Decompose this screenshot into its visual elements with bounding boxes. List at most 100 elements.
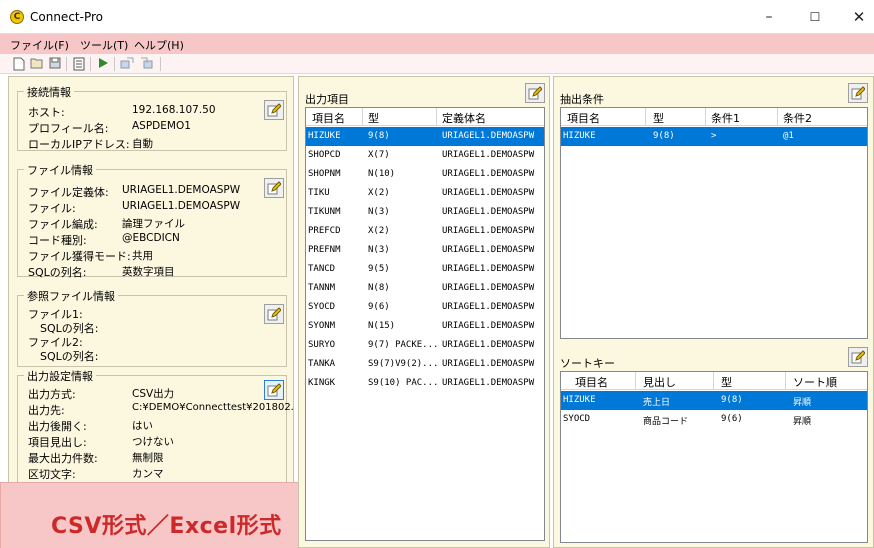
table-row[interactable]: TANKA S9(7)V9(2)... URIAGEL1.DEMOASPW	[306, 355, 544, 374]
file-organization-value: 論理ファイル	[122, 218, 185, 230]
column-header[interactable]: 型	[368, 110, 379, 126]
edit-output-settings-button[interactable]	[264, 380, 284, 400]
reference-file-group: 参照ファイル情報 ファイル1: SQLの列名: ファイル2: SQLの列名:	[17, 288, 287, 367]
delimiter-label: 区切文字:	[28, 468, 76, 481]
menu-tools[interactable]: ツール(T)	[80, 37, 128, 53]
close-button[interactable]: ✕	[842, 6, 874, 28]
table-row[interactable]: PREFNM N(3) URIAGEL1.DEMOASPW	[306, 241, 544, 260]
table-cell: >	[711, 131, 717, 141]
profile-value: ASPDEMO1	[132, 120, 191, 132]
max-output-value: 無制限	[132, 452, 164, 464]
sql-column-label: SQLの列名:	[28, 266, 87, 279]
table-cell: X(2)	[368, 188, 390, 198]
table-cell: URIAGEL1.DEMOASPW	[442, 321, 535, 331]
column-header[interactable]: 型	[721, 374, 732, 390]
table-row[interactable]: TIKUNM N(3) URIAGEL1.DEMOASPW	[306, 203, 544, 222]
properties-icon[interactable]	[72, 57, 86, 71]
run-icon[interactable]	[96, 57, 110, 71]
table-cell: URIAGEL1.DEMOASPW	[442, 245, 535, 255]
table-cell: URIAGEL1.DEMOASPW	[442, 226, 535, 236]
table-cell: URIAGEL1.DEMOASPW	[442, 340, 535, 350]
sort-keys-grid[interactable]: 項目名 見出し 型 ソート順 HIZUKE 売上日 9(8) 昇順 SYOCD 商品コード…	[560, 371, 868, 543]
table-row[interactable]: HIZUKE 9(8) URIAGEL1.DEMOASPW	[306, 127, 544, 146]
table-cell: N(3)	[368, 207, 390, 217]
title-bar: C Connect-Pro – ☐ ✕	[0, 0, 874, 34]
table-cell: 9(7) PACKE...	[368, 340, 439, 350]
max-output-label: 最大出力件数:	[28, 452, 98, 465]
local-ip-label: ローカルIPアドレス:	[28, 138, 130, 151]
edit-extract-conditions-button[interactable]	[848, 83, 868, 103]
edit-file-info-button[interactable]	[264, 178, 284, 198]
edit-reference-file-button[interactable]	[264, 304, 284, 324]
column-header[interactable]: 条件2	[783, 110, 812, 126]
output-items-grid[interactable]: 項目名 型 定義体名 HIZUKE 9(8) URIAGEL1.DEMOASPW SH…	[305, 107, 545, 541]
sort-keys-header: 項目名 見出し 型 ソート順	[561, 372, 867, 390]
connection-info-group: 接続情報 ホスト: 192.168.107.50 プロフィール名: ASPDEM…	[17, 84, 287, 151]
import-icon[interactable]	[140, 57, 154, 71]
menu-file[interactable]: ファイル(F)	[10, 37, 69, 53]
export-icon[interactable]	[120, 57, 134, 71]
table-cell: 商品コード	[643, 417, 689, 427]
toolbar	[0, 54, 874, 74]
column-header[interactable]: 項目名	[575, 374, 608, 390]
host-label: ホスト:	[28, 106, 65, 119]
table-cell: TIKU	[308, 188, 330, 198]
edit-sort-keys-button[interactable]	[848, 347, 868, 367]
table-row[interactable]: SHOPCD X(7) URIAGEL1.DEMOASPW	[306, 146, 544, 165]
table-cell: SHOPCD	[308, 150, 341, 160]
output-settings-legend: 出力設定情報	[24, 368, 96, 384]
table-cell: 9(6)	[721, 414, 743, 424]
table-row[interactable]: SYOCD 9(6) URIAGEL1.DEMOASPW	[306, 298, 544, 317]
open-folder-icon[interactable]	[30, 57, 44, 71]
column-header[interactable]: ソート順	[793, 374, 837, 390]
table-cell: URIAGEL1.DEMOASPW	[442, 359, 535, 369]
item-heading-label: 項目見出し:	[28, 436, 87, 449]
table-row[interactable]: TIKU X(2) URIAGEL1.DEMOASPW	[306, 184, 544, 203]
file-info-legend: ファイル情報	[24, 162, 96, 178]
table-row[interactable]: SYOCD 商品コード 9(6) 昇順	[561, 410, 867, 429]
column-header[interactable]: 型	[653, 110, 664, 126]
table-cell: SYOCD	[308, 302, 336, 312]
column-header[interactable]: 条件1	[711, 110, 740, 126]
extract-conditions-title: 抽出条件	[560, 93, 604, 106]
sql-column-value: 英数字項目	[122, 266, 175, 278]
settings-panel: 接続情報 ホスト: 192.168.107.50 プロフィール名: ASPDEM…	[8, 76, 294, 548]
table-row[interactable]: SURYO 9(7) PACKE... URIAGEL1.DEMOASPW	[306, 336, 544, 355]
table-cell: HIZUKE	[563, 395, 596, 405]
table-cell: S9(10) PAC...	[368, 378, 439, 388]
extract-conditions-grid[interactable]: 項目名 型 条件1 条件2 HIZUKE 9(8) > @1	[560, 107, 868, 339]
column-header[interactable]: 定義体名	[442, 110, 486, 126]
menu-help[interactable]: ヘルプ(H)	[134, 37, 184, 53]
item-heading-value: つけない	[132, 436, 174, 448]
table-row[interactable]: HIZUKE 売上日 9(8) 昇順	[561, 391, 867, 410]
window-title: Connect-Pro	[30, 10, 103, 24]
table-row[interactable]: TANCD 9(5) URIAGEL1.DEMOASPW	[306, 260, 544, 279]
column-header[interactable]: 見出し	[643, 374, 676, 390]
table-row[interactable]: HIZUKE 9(8) > @1	[561, 127, 867, 146]
table-row[interactable]: KINGK S9(10) PAC... URIAGEL1.DEMOASPW	[306, 374, 544, 393]
table-row[interactable]: TANNM N(8) URIAGEL1.DEMOASPW	[306, 279, 544, 298]
table-cell: URIAGEL1.DEMOASPW	[442, 283, 535, 293]
extract-conditions-header: 項目名 型 条件1 条件2	[561, 108, 867, 126]
column-header[interactable]: 項目名	[567, 110, 600, 126]
minimize-button[interactable]: –	[752, 6, 786, 28]
edit-connection-button[interactable]	[264, 100, 284, 120]
file-definition-label: ファイル定義体:	[28, 186, 109, 199]
output-items-panel: 出力項目 項目名 型 定義体名 HIZUKE 9(8) URIAGEL1.DEMOA…	[298, 76, 550, 548]
table-cell: N(3)	[368, 245, 390, 255]
column-header[interactable]: 項目名	[312, 110, 345, 126]
save-icon[interactable]	[48, 57, 62, 71]
table-row[interactable]: SYONM N(15) URIAGEL1.DEMOASPW	[306, 317, 544, 336]
table-row[interactable]: SHOPNM N(10) URIAGEL1.DEMOASPW	[306, 165, 544, 184]
new-document-icon[interactable]	[12, 57, 26, 71]
edit-output-items-button[interactable]	[525, 83, 545, 103]
table-cell: URIAGEL1.DEMOASPW	[442, 378, 535, 388]
output-items-header: 項目名 型 定義体名	[306, 108, 544, 126]
table-cell: SYONM	[308, 321, 336, 331]
menu-bar: ファイル(F) ツール(T) ヘルプ(H)	[0, 34, 874, 54]
table-row[interactable]: PREFCD X(2) URIAGEL1.DEMOASPW	[306, 222, 544, 241]
local-ip-value: 自動	[132, 138, 153, 150]
delimiter-value: カンマ	[132, 468, 164, 480]
maximize-button[interactable]: ☐	[798, 6, 832, 28]
code-type-value: @EBCDICN	[122, 232, 180, 244]
